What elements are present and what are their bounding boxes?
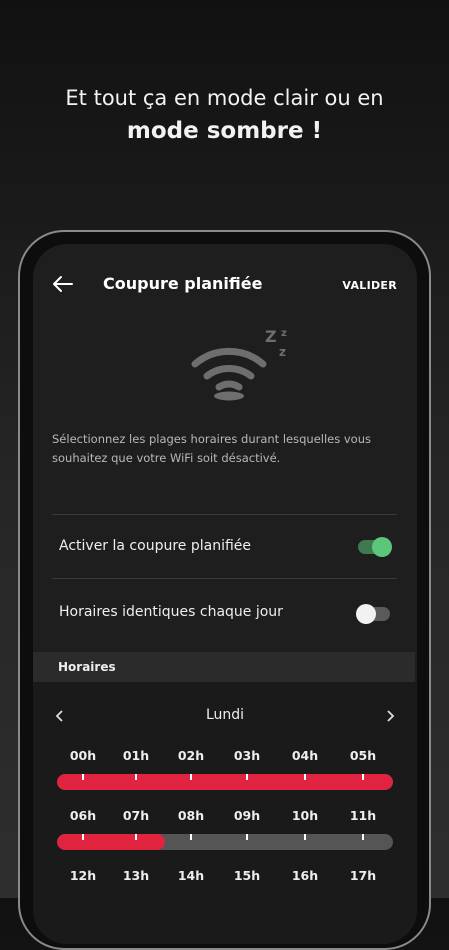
hour-label: 11h <box>349 808 377 823</box>
hour-label: 05h <box>349 748 377 763</box>
timeline-bar[interactable] <box>57 774 393 790</box>
timeline-tick <box>362 834 364 840</box>
timeline-tick <box>304 774 306 780</box>
arrow-left-icon[interactable] <box>51 272 75 296</box>
schedule-panel: Lundi 00h 01h 02h 03h 04h 05h 06h 07h 08h 09h 10h 1… <box>33 682 417 944</box>
promo-line-2: mode sombre ! <box>126 118 323 144</box>
hour-label: 03h <box>233 748 261 763</box>
hour-label: 07h <box>122 808 150 823</box>
timeline-tick <box>190 834 192 840</box>
hour-label: 02h <box>177 748 205 763</box>
day-label: Lundi <box>205 707 245 723</box>
hour-label: 15h <box>233 868 261 883</box>
validate-button[interactable]: VALIDER <box>342 279 397 292</box>
setting-label-activate: Activer la coupure planifiée <box>59 538 252 554</box>
hour-label: 04h <box>291 748 319 763</box>
hour-label: 08h <box>177 808 205 823</box>
toggle-activate-schedule[interactable] <box>358 537 392 557</box>
section-header-horaires: Horaires <box>33 652 415 682</box>
hour-label: 17h <box>349 868 377 883</box>
timeline-tick <box>362 774 364 780</box>
hour-label: 14h <box>177 868 205 883</box>
svg-text:z: z <box>281 328 287 339</box>
timeline-fill <box>57 834 165 850</box>
app-screen: Coupure planifiée VALIDER Z z z Sélectio… <box>33 244 417 944</box>
hour-label: 09h <box>233 808 261 823</box>
timeline-tick <box>246 774 248 780</box>
section-title: Horaires <box>58 660 116 674</box>
timeline-tick <box>304 834 306 840</box>
timeline-fill <box>57 774 393 790</box>
chevron-right-icon[interactable] <box>384 710 396 722</box>
timeline-tick <box>82 834 84 840</box>
app-bar: Coupure planifiée VALIDER <box>33 244 417 324</box>
setting-label-same-hours: Horaires identiques chaque jour <box>59 604 283 620</box>
promo-line-1: Et tout ça en mode clair ou en <box>65 86 384 110</box>
timeline-bar[interactable] <box>57 834 393 850</box>
timeline-tick <box>135 834 137 840</box>
timeline-tick <box>246 834 248 840</box>
hour-label: 13h <box>122 868 150 883</box>
timeline-tick <box>82 774 84 780</box>
hour-label: 00h <box>69 748 97 763</box>
hour-label: 12h <box>69 868 97 883</box>
hour-label: 06h <box>69 808 97 823</box>
hour-label: 10h <box>291 808 319 823</box>
timeline-tick <box>135 774 137 780</box>
toggle-same-hours[interactable] <box>356 604 390 624</box>
timeline-tick <box>190 774 192 780</box>
page-title: Coupure planifiée <box>103 274 263 293</box>
svg-text:Z: Z <box>265 327 277 346</box>
divider <box>52 514 397 515</box>
hour-label: 01h <box>122 748 150 763</box>
divider <box>52 578 397 579</box>
wifi-sleep-icon: Z z z <box>191 327 287 401</box>
description-text: Sélectionnez les plages horaires durant … <box>52 432 372 465</box>
svg-text:z: z <box>279 345 286 359</box>
hour-label: 16h <box>291 868 319 883</box>
